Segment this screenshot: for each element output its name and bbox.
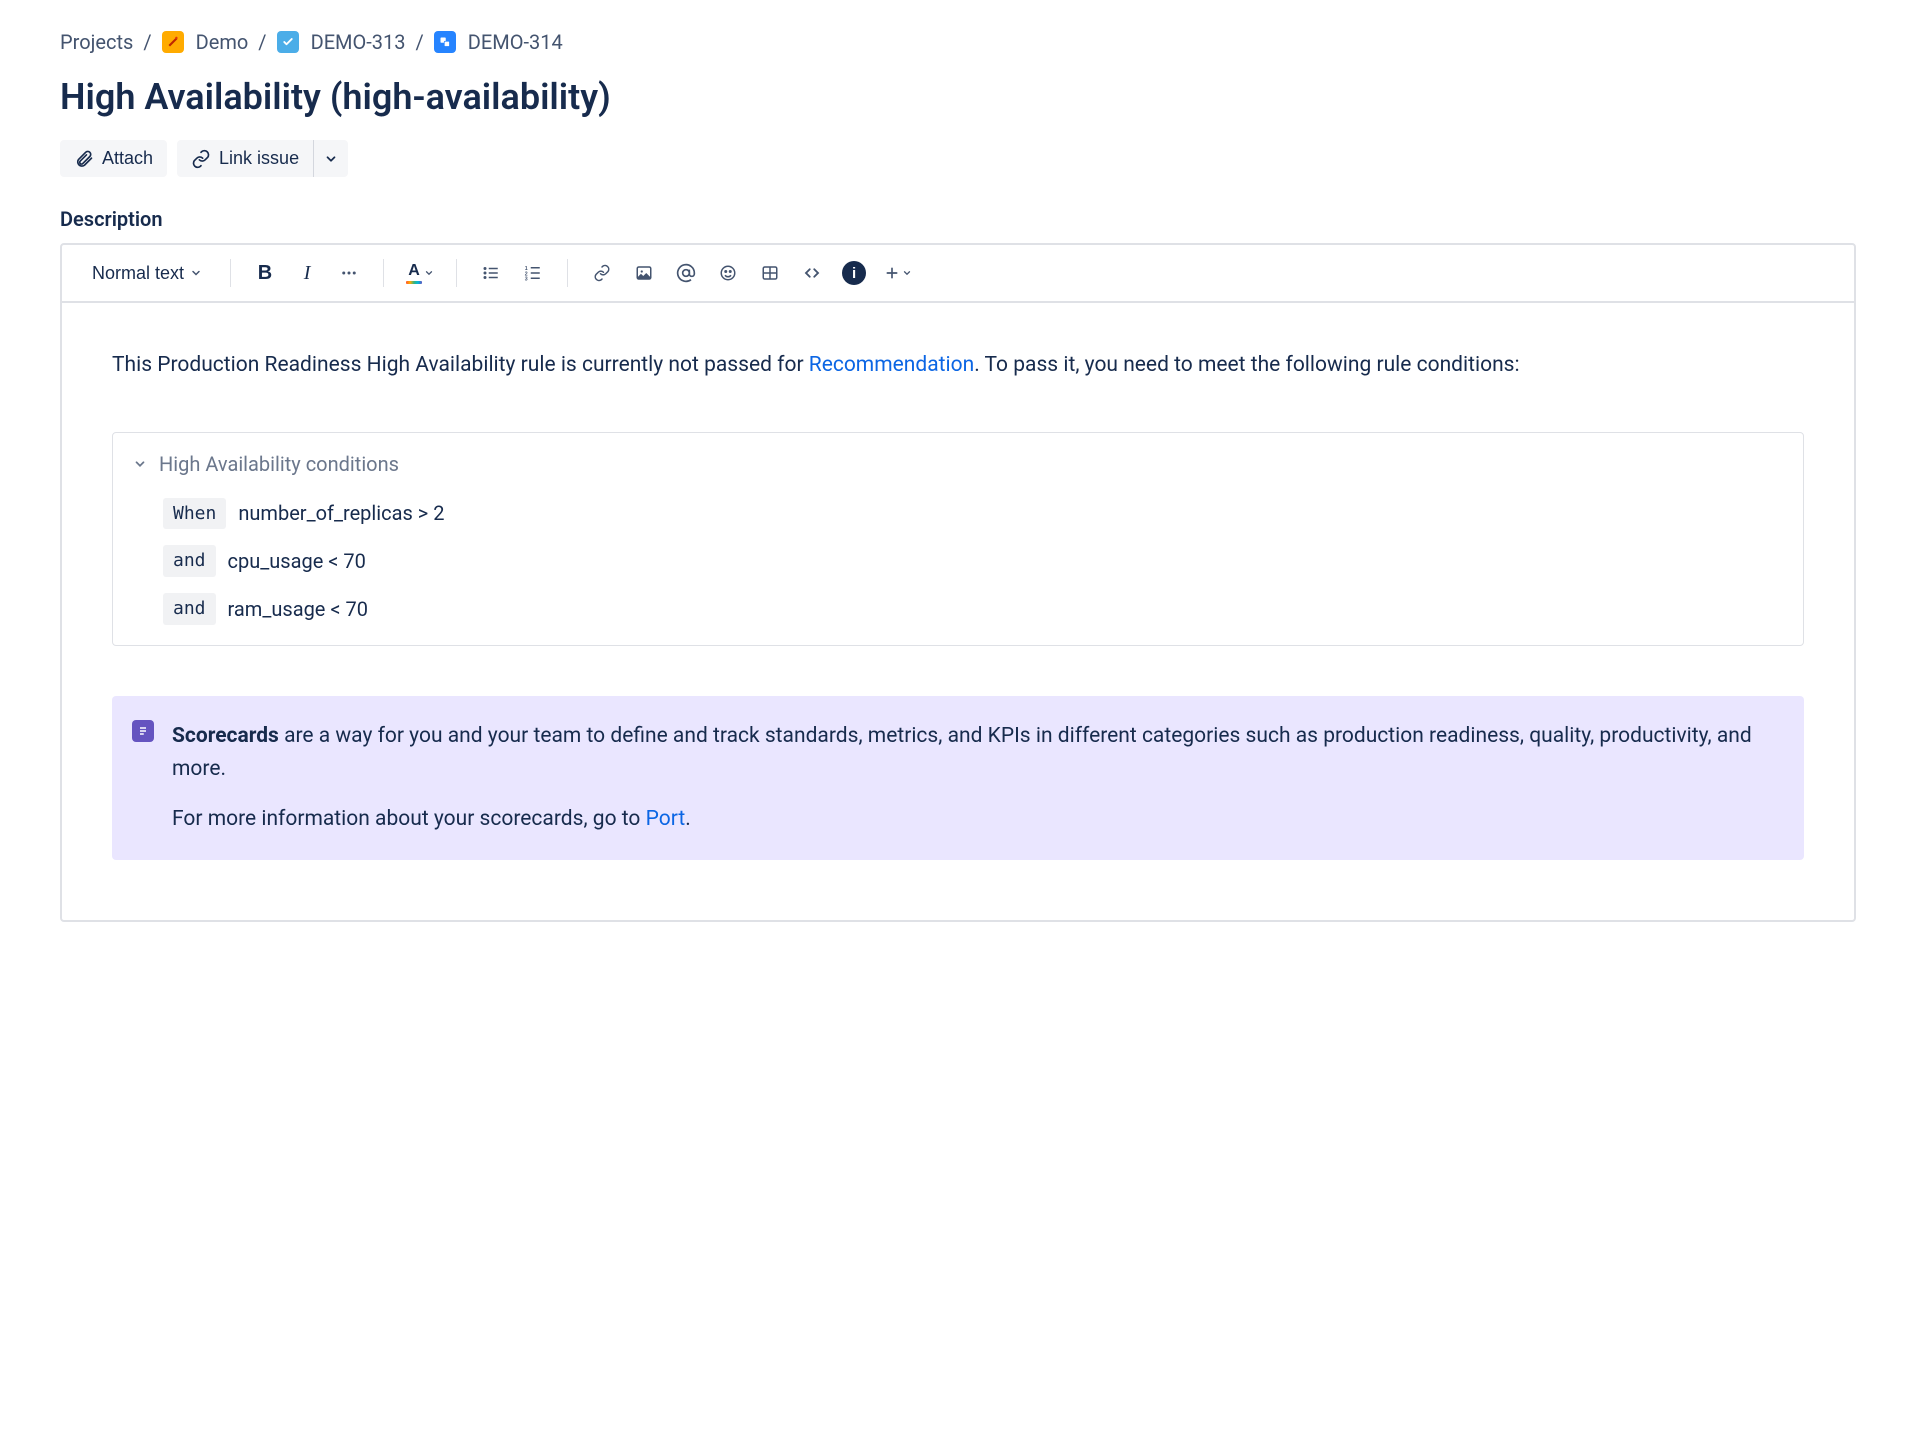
- description-text: . To pass it, you need to meet the follo…: [974, 353, 1519, 377]
- panel-paragraph: For more information about your scorecar…: [172, 803, 1780, 836]
- chevron-down-icon: [324, 152, 338, 166]
- insert-image-button[interactable]: [626, 255, 662, 291]
- attach-label: Attach: [102, 148, 153, 169]
- code-icon: [803, 264, 821, 282]
- condition-expression: number_of_replicas > 2: [238, 498, 444, 529]
- issue-actions: Attach Link issue: [60, 140, 1856, 177]
- breadcrumb-current-issue[interactable]: DEMO-314: [434, 30, 563, 54]
- insert-link-button[interactable]: [584, 255, 620, 291]
- toolbar-divider: [230, 259, 231, 287]
- bold-button[interactable]: B: [247, 255, 283, 291]
- panel-paragraph: Scorecards are a way for you and your te…: [172, 720, 1780, 785]
- panel-text: are a way for you and your team to defin…: [172, 724, 1752, 781]
- description-paragraph: This Production Readiness High Availabil…: [112, 349, 1804, 382]
- conditions-title: High Availability conditions: [159, 449, 399, 480]
- emoji-button[interactable]: [710, 255, 746, 291]
- conditions-header[interactable]: High Availability conditions: [133, 449, 1783, 480]
- bullet-list-icon: [482, 264, 500, 282]
- issue-title: High Availability (high-availability): [60, 76, 1856, 118]
- panel-text: For more information about your scorecar…: [172, 807, 646, 831]
- panel-text: .: [685, 807, 691, 831]
- link-issue-dropdown[interactable]: [313, 140, 348, 177]
- numbered-list-button[interactable]: 123: [515, 255, 551, 291]
- link-issue-label: Link issue: [219, 148, 299, 169]
- attachment-icon: [74, 149, 94, 169]
- mention-icon: [676, 263, 696, 283]
- text-color-icon: A: [406, 262, 422, 284]
- plus-icon: [884, 265, 900, 281]
- info-icon: i: [842, 261, 866, 285]
- toolbar-divider: [567, 259, 568, 287]
- project-icon: [162, 31, 184, 53]
- attach-button[interactable]: Attach: [60, 140, 167, 177]
- link-issue-group: Link issue: [177, 140, 348, 177]
- info-panel: Scorecards are a way for you and your te…: [112, 696, 1804, 860]
- breadcrumb-project-label: Demo: [196, 30, 249, 54]
- text-style-dropdown[interactable]: Normal text: [80, 255, 214, 291]
- toolbar-divider: [383, 259, 384, 287]
- chevron-down-icon: [133, 457, 147, 471]
- text-style-label: Normal text: [92, 263, 184, 284]
- table-button[interactable]: [752, 255, 788, 291]
- link-icon: [593, 264, 611, 282]
- condition-row: and ram_usage < 70: [133, 593, 1783, 625]
- breadcrumb-separator: /: [258, 30, 266, 54]
- mention-button[interactable]: [668, 255, 704, 291]
- note-icon: [132, 720, 154, 742]
- link-issue-button[interactable]: Link issue: [177, 140, 313, 177]
- more-formatting-button[interactable]: [331, 255, 367, 291]
- condition-expression: ram_usage < 70: [228, 594, 368, 625]
- port-link[interactable]: Port: [646, 807, 686, 831]
- editor-toolbar: Normal text B I A 123: [62, 245, 1854, 303]
- breadcrumb: Projects / Demo / DEMO-313 / DEMO-314: [60, 30, 1856, 54]
- chevron-down-icon: [190, 267, 202, 279]
- breadcrumb-parent-issue[interactable]: DEMO-313: [277, 30, 406, 54]
- code-button[interactable]: [794, 255, 830, 291]
- task-icon: [277, 31, 299, 53]
- breadcrumb-parent-label: DEMO-313: [311, 30, 406, 54]
- link-icon: [191, 149, 211, 169]
- emoji-icon: [719, 264, 737, 282]
- condition-keyword: and: [163, 593, 216, 625]
- toolbar-divider: [456, 259, 457, 287]
- breadcrumb-current-label: DEMO-314: [468, 30, 563, 54]
- description-editor: Normal text B I A 123: [60, 243, 1856, 922]
- italic-button[interactable]: I: [289, 255, 325, 291]
- numbered-list-icon: 123: [524, 264, 542, 282]
- condition-keyword: and: [163, 545, 216, 577]
- breadcrumb-separator: /: [143, 30, 151, 54]
- chevron-down-icon: [902, 268, 912, 278]
- condition-row: When number_of_replicas > 2: [133, 498, 1783, 530]
- image-icon: [635, 264, 653, 282]
- conditions-expand: High Availability conditions When number…: [112, 432, 1804, 647]
- more-icon: [340, 264, 358, 282]
- insert-more-button[interactable]: [878, 255, 918, 291]
- bullet-list-button[interactable]: [473, 255, 509, 291]
- breadcrumb-projects[interactable]: Projects: [60, 30, 133, 54]
- editor-content[interactable]: This Production Readiness High Availabil…: [62, 303, 1854, 920]
- description-text: This Production Readiness High Availabil…: [112, 353, 809, 377]
- svg-text:3: 3: [525, 277, 528, 283]
- condition-row: and cpu_usage < 70: [133, 545, 1783, 577]
- breadcrumb-project[interactable]: Demo: [162, 30, 249, 54]
- info-panel-button[interactable]: i: [836, 255, 872, 291]
- chevron-down-icon: [424, 268, 434, 278]
- subtask-icon: [434, 31, 456, 53]
- description-heading: Description: [60, 207, 1856, 231]
- condition-keyword: When: [163, 498, 226, 530]
- breadcrumb-separator: /: [416, 30, 424, 54]
- text-color-button[interactable]: A: [400, 255, 440, 291]
- condition-expression: cpu_usage < 70: [228, 546, 366, 577]
- recommendation-link[interactable]: Recommendation: [809, 353, 974, 377]
- table-icon: [761, 264, 779, 282]
- panel-strong: Scorecards: [172, 724, 279, 748]
